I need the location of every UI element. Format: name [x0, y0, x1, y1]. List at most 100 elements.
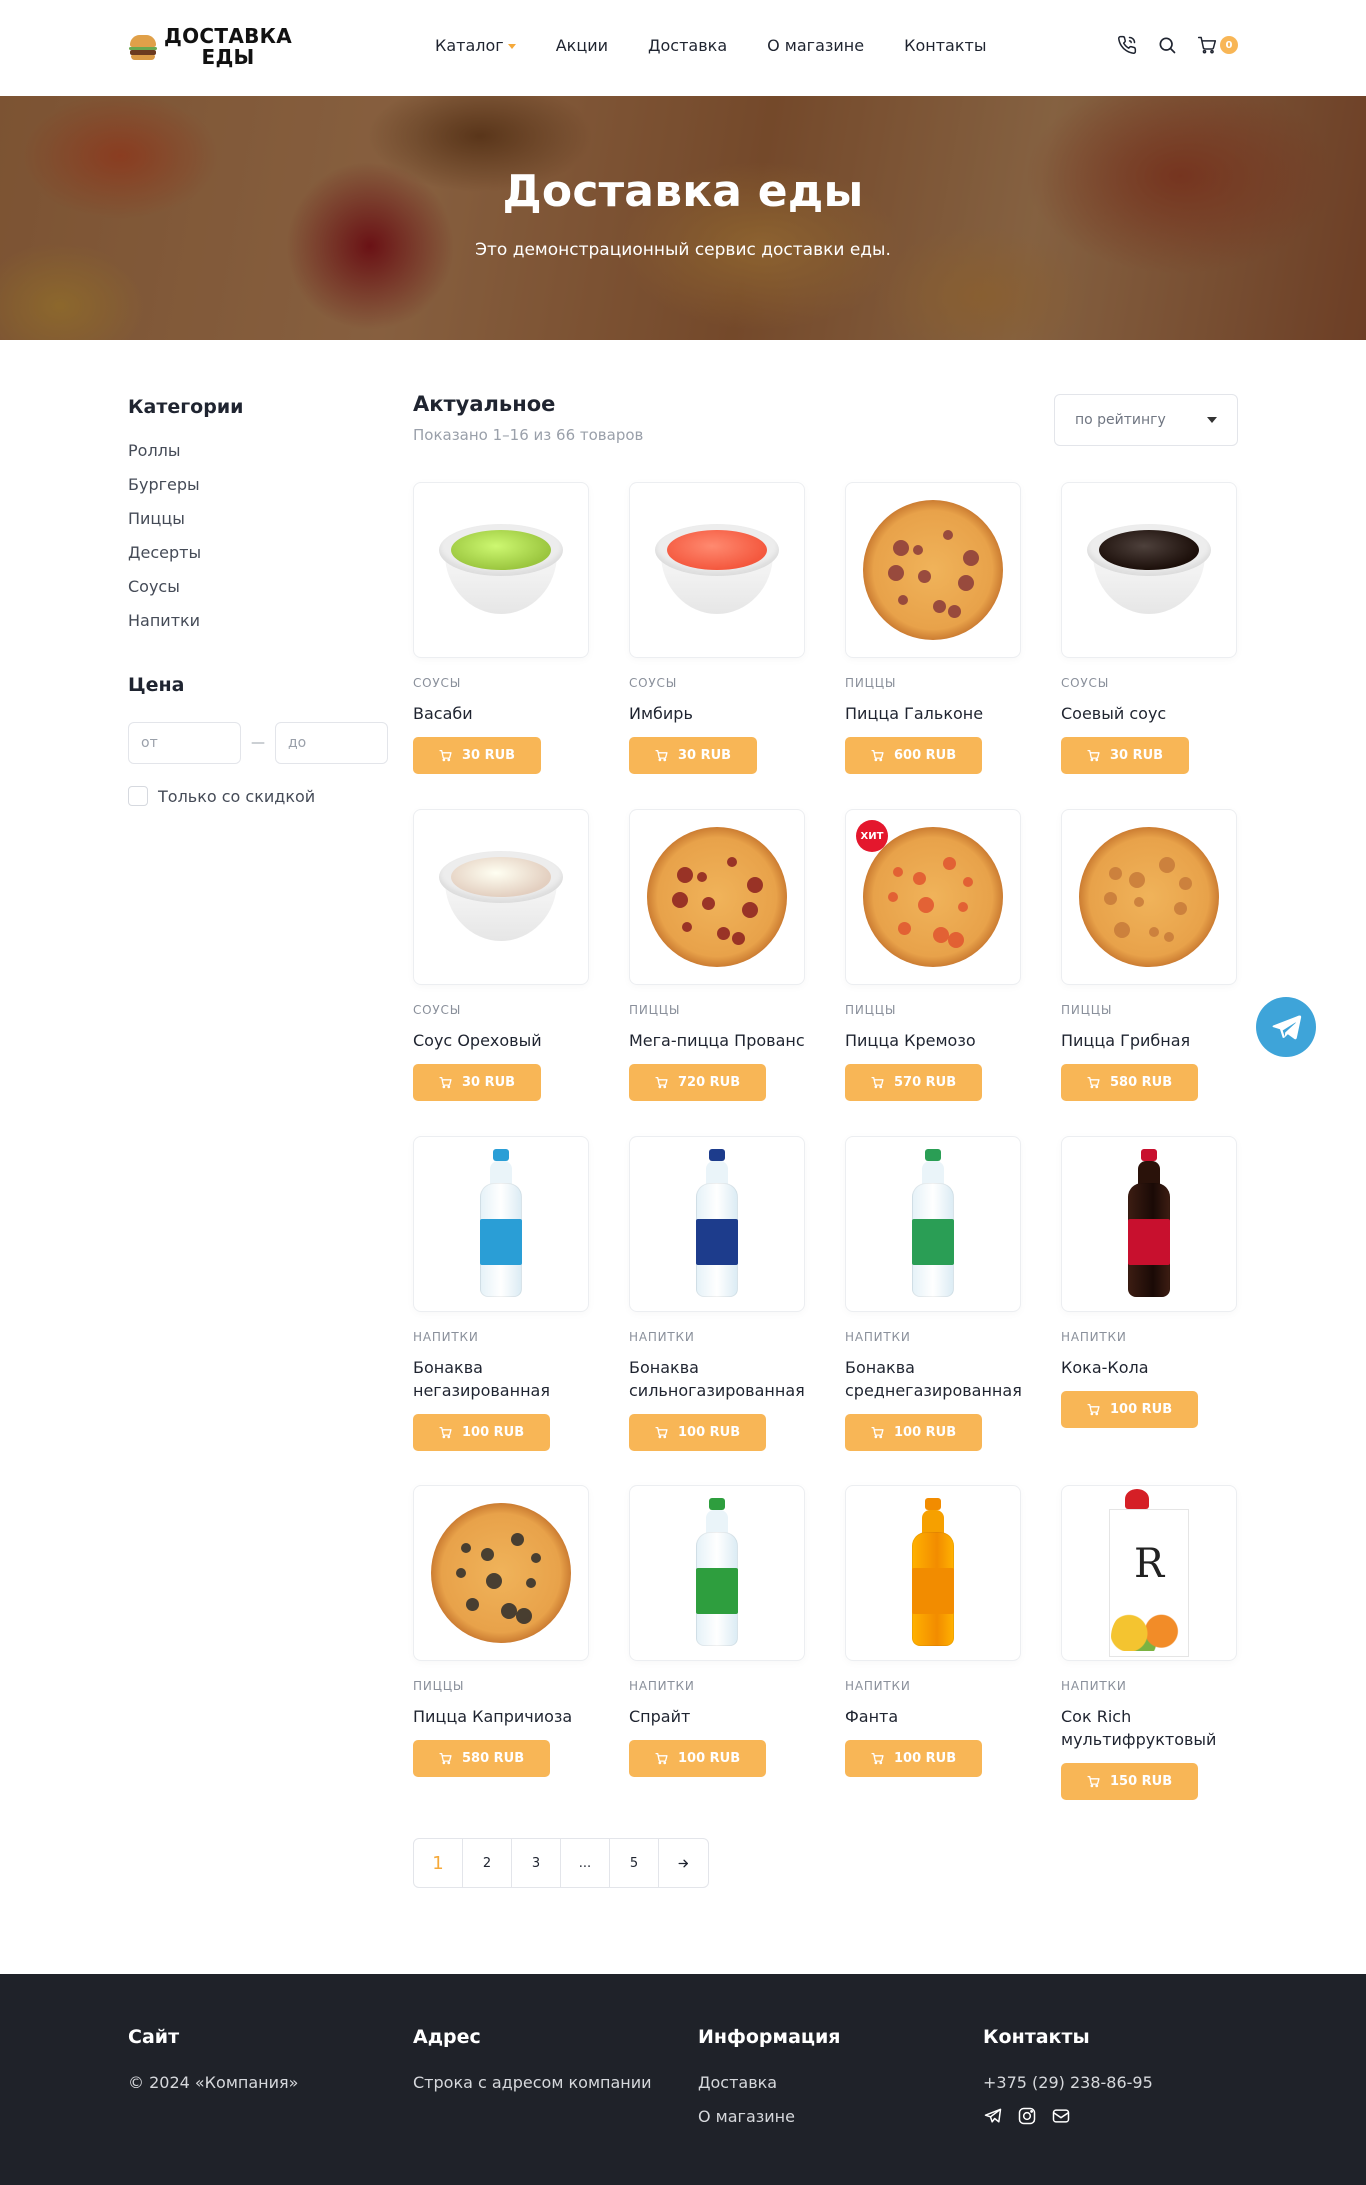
discount-checkbox[interactable]: [128, 786, 148, 806]
product-category: Пиццы: [845, 676, 897, 690]
add-to-cart-button[interactable]: 570 RUB: [845, 1064, 983, 1101]
cart-icon: [655, 1426, 668, 1439]
product-listing: Актуальное Показано 1–16 из 66 товаров п…: [413, 392, 1238, 1888]
product-name[interactable]: Бонаква сильногазированная: [629, 1356, 805, 1402]
telegram-icon[interactable]: [983, 2106, 1003, 2126]
product-image[interactable]: [413, 1136, 589, 1312]
add-to-cart-button[interactable]: 580 RUB: [1061, 1064, 1199, 1101]
page-link[interactable]: 3: [512, 1839, 561, 1887]
product-image[interactable]: [1061, 809, 1237, 985]
product-image[interactable]: [413, 1485, 589, 1661]
product-name[interactable]: Соевый соус: [1061, 702, 1237, 725]
cart-icon: [1087, 1076, 1100, 1089]
price-to-input[interactable]: [275, 722, 388, 764]
cart-button[interactable]: 0: [1196, 34, 1238, 56]
product-name[interactable]: Пицца Грибная: [1061, 1029, 1237, 1052]
product-price: 30 RUB: [462, 748, 516, 763]
product-name[interactable]: Бонаква негазированная: [413, 1356, 563, 1402]
category-link-pizzas[interactable]: Пиццы: [128, 508, 384, 542]
pizza-image: [431, 1503, 571, 1643]
product-card: Соусы Имбирь 30 RUB: [629, 482, 805, 774]
footer-phone[interactable]: +375 (29) 238-86-95: [983, 2066, 1153, 2100]
add-to-cart-button[interactable]: 100 RUB: [845, 1414, 983, 1451]
product-image[interactable]: ХИТ: [845, 809, 1021, 985]
add-to-cart-button[interactable]: 30 RUB: [413, 1064, 542, 1101]
product-card: Напитки Фанта 100 RUB: [845, 1485, 1021, 1777]
nav-item-contacts[interactable]: Контакты: [904, 36, 986, 55]
product-image[interactable]: [413, 482, 589, 658]
header-actions: 0: [1116, 34, 1238, 56]
product-image[interactable]: [1061, 1136, 1237, 1312]
add-to-cart-button[interactable]: 100 RUB: [413, 1414, 551, 1451]
instagram-icon[interactable]: [1017, 2106, 1037, 2126]
sauce-bowl-image: [439, 851, 563, 943]
product-card: Пиццы Пицца Капричиоза 580 RUB: [413, 1485, 589, 1777]
category-link-sauces[interactable]: Соусы: [128, 576, 384, 610]
nav-item-about[interactable]: О магазине: [767, 36, 864, 55]
nav-item-promotions[interactable]: Акции: [556, 36, 608, 55]
product-name[interactable]: Мега-пицца Прованс: [629, 1029, 805, 1052]
sort-select[interactable]: по рейтингу: [1054, 394, 1238, 446]
nav-item-catalog[interactable]: Каталог: [435, 36, 516, 55]
product-name[interactable]: Пицца Гальконе: [845, 702, 1021, 725]
sauce-bowl-image: [439, 524, 563, 616]
product-name[interactable]: Кока-Кола: [1061, 1356, 1237, 1379]
add-to-cart-button[interactable]: 100 RUB: [629, 1414, 767, 1451]
product-image[interactable]: [629, 1136, 805, 1312]
page-link[interactable]: ...: [561, 1839, 610, 1887]
product-name[interactable]: Сок Rich мультифруктовый: [1061, 1705, 1216, 1751]
product-name[interactable]: Бонаква среднегазированная: [845, 1356, 1022, 1402]
footer-link-about[interactable]: О магазине: [698, 2100, 840, 2134]
add-to-cart-button[interactable]: 580 RUB: [413, 1740, 551, 1777]
mail-icon[interactable]: [1051, 2106, 1071, 2126]
category-link-desserts[interactable]: Десерты: [128, 542, 384, 576]
nav-item-delivery[interactable]: Доставка: [648, 36, 727, 55]
page-link[interactable]: 1: [414, 1839, 463, 1887]
page-link[interactable]: 2: [463, 1839, 512, 1887]
product-category: Напитки: [629, 1679, 695, 1693]
category-link-rolls[interactable]: Роллы: [128, 440, 384, 474]
product-image[interactable]: [845, 1136, 1021, 1312]
add-to-cart-button[interactable]: 30 RUB: [629, 737, 758, 774]
product-image[interactable]: [629, 809, 805, 985]
product-name[interactable]: Фанта: [845, 1705, 1021, 1728]
caret-down-icon: [1207, 417, 1217, 423]
next-page-button[interactable]: [659, 1839, 708, 1887]
product-image[interactable]: [845, 482, 1021, 658]
cart-icon: [1087, 749, 1100, 762]
price-from-input[interactable]: [128, 722, 241, 764]
discount-filter[interactable]: Только со скидкой: [128, 786, 384, 806]
product-image[interactable]: [413, 809, 589, 985]
add-to-cart-button[interactable]: 100 RUB: [629, 1740, 767, 1777]
product-name[interactable]: Пицца Кремозо: [845, 1029, 1021, 1052]
product-image[interactable]: [629, 1485, 805, 1661]
add-to-cart-button[interactable]: 720 RUB: [629, 1064, 767, 1101]
search-icon[interactable]: [1156, 34, 1178, 56]
add-to-cart-button[interactable]: 150 RUB: [1061, 1763, 1199, 1800]
product-image[interactable]: [845, 1485, 1021, 1661]
product-price: 570 RUB: [894, 1075, 957, 1090]
category-link-drinks[interactable]: Напитки: [128, 610, 384, 644]
add-to-cart-button[interactable]: 30 RUB: [413, 737, 542, 774]
product-image[interactable]: [629, 482, 805, 658]
category-link-burgers[interactable]: Бургеры: [128, 474, 384, 508]
product-name[interactable]: Имбирь: [629, 702, 805, 725]
pizza-image: [863, 827, 1003, 967]
footer-link-delivery[interactable]: Доставка: [698, 2066, 840, 2100]
product-image[interactable]: R: [1061, 1485, 1237, 1661]
add-to-cart-button[interactable]: 600 RUB: [845, 737, 983, 774]
sauce-bowl-image: [1087, 524, 1211, 616]
cart-icon: [871, 1426, 884, 1439]
product-name[interactable]: Васаби: [413, 702, 589, 725]
product-name[interactable]: Соус Ореховый: [413, 1029, 589, 1052]
add-to-cart-button[interactable]: 100 RUB: [845, 1740, 983, 1777]
telegram-float-button[interactable]: [1256, 997, 1316, 1057]
add-to-cart-button[interactable]: 100 RUB: [1061, 1391, 1199, 1428]
page-link[interactable]: 5: [610, 1839, 659, 1887]
product-name[interactable]: Пицца Капричиоза: [413, 1705, 589, 1728]
product-image[interactable]: [1061, 482, 1237, 658]
phone-icon[interactable]: [1116, 34, 1138, 56]
add-to-cart-button[interactable]: 30 RUB: [1061, 737, 1190, 774]
product-name[interactable]: Спрайт: [629, 1705, 805, 1728]
site-logo[interactable]: ДОСТАВКА ЕДЫ: [128, 26, 292, 68]
